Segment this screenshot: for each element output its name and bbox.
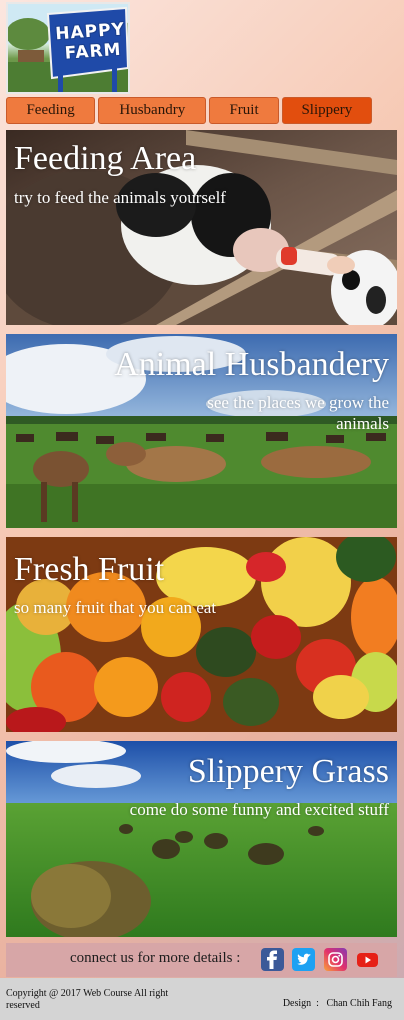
section-subtitle: see the places we grow the animals xyxy=(207,393,389,433)
tab-husbandry[interactable]: Husbandry xyxy=(98,97,207,124)
tab-fruit[interactable]: Fruit xyxy=(209,97,279,124)
youtube-icon[interactable] xyxy=(356,948,379,971)
section-subtitle: come do some funny and excited stuff xyxy=(129,800,389,819)
happy-farm-logo[interactable]: HAPPY FARM xyxy=(6,2,130,94)
footer: Copyright @ 2017 Web Course All right re… xyxy=(0,978,404,1020)
tab-feeding[interactable]: Feeding xyxy=(6,97,96,124)
slippery-grass-panel[interactable]: Slippery Grass come do some funny and ex… xyxy=(6,741,397,937)
design-separator: : xyxy=(313,998,324,1009)
logo-text: HAPPY FARM xyxy=(55,19,126,65)
design-label: Design xyxy=(282,998,312,1009)
section-title: Fresh Fruit xyxy=(14,551,165,588)
copyright-text: Copyright @ 2017 Web Course All right re… xyxy=(6,988,169,1011)
animal-husbandry-panel[interactable]: Animal Husbandery see the places we grow… xyxy=(6,334,397,528)
contact-bar: connect us for more details : xyxy=(6,943,397,977)
section-title: Slippery Grass xyxy=(187,753,389,790)
section-title: Feeding Area xyxy=(14,140,197,177)
design-credit: Design : Chan Chih Fang xyxy=(283,998,392,1009)
contact-label: connect us for more details : xyxy=(70,950,241,966)
feeding-area-panel[interactable]: Feeding Area try to feed the animals you… xyxy=(6,130,397,325)
section-subtitle: so many fruit that you can eat xyxy=(14,598,217,617)
section-subtitle: try to feed the animals yourself xyxy=(14,188,226,207)
main-nav: Feeding Husbandry Fruit Slippery xyxy=(6,97,372,124)
fresh-fruit-panel[interactable]: Fresh Fruit so many fruit that you can e… xyxy=(6,537,397,732)
instagram-icon[interactable] xyxy=(324,948,347,971)
section-title: Animal Husbandery xyxy=(114,346,389,383)
designer-name: Chan Chih Fang xyxy=(326,998,392,1009)
twitter-icon[interactable] xyxy=(292,948,315,971)
facebook-icon[interactable] xyxy=(261,948,284,971)
tab-slippery[interactable]: Slippery xyxy=(281,97,372,124)
